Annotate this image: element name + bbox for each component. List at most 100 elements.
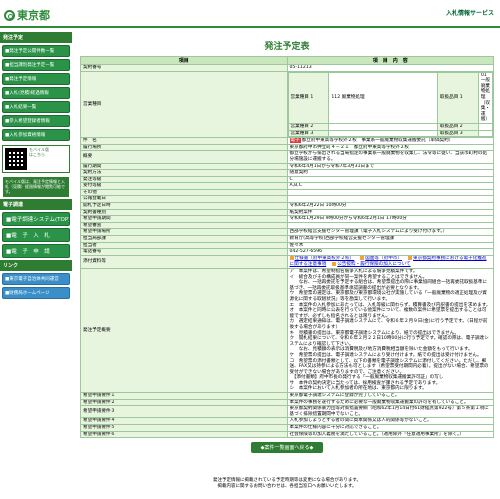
biz-item-value <box>328 129 438 137</box>
row-label: 概要 <box>80 150 288 164</box>
attachment-link[interactable]: 公告抜粋・履行保険の加入について <box>332 261 411 267</box>
sidebar-item[interactable]: ■担当課別発注予定一覧 <box>2 59 70 71</box>
row-value: ア 本案件は、希望制指名競争入札による競争見積案件です。 イ 総合及びその構成員… <box>286 267 494 394</box>
col-header-content: 項 目 内 容 <box>286 56 494 65</box>
row-value: C <box>286 175 494 184</box>
business-items-table: 営業種目 1 112 廃棄物処理 取扱品目 1 01 一般廃棄物処理（収集・運搬） 営業… <box>287 72 493 137</box>
table-row: 件 名電子 都立府中東高等学校外２校 事業系一般廃棄物収集運搬委託（単価契約） <box>80 137 494 145</box>
row-label: 契約書種別 <box>80 208 288 217</box>
contract-number: 05-11213 <box>289 65 312 70</box>
row-value: 社会保険等の加入義務を満たしていること。（適用除外「任意適用事業所」を除く。） <box>286 430 494 439</box>
document-icon <box>289 256 294 260</box>
row-value: 紙契約案件 <box>286 208 494 217</box>
tokyo-emblem-icon <box>4 9 15 21</box>
row-label: 電話番号 <box>80 248 288 256</box>
requirement-text: 東京都契約関係暴力団等対策措置要綱（昭和62年1月14日付61財経庶第922号）… <box>289 406 489 417</box>
row-value: 西部学校経営支援センター管理課（電子入札システムにより受け付けます。） <box>286 228 494 237</box>
row-value: 営業種目 1 112 廃棄物処理 取扱品目 1 01 一般廃棄物処理（収集・運搬） 営業… <box>286 70 494 139</box>
row-value: A,B,C <box>286 182 494 190</box>
row-label: 発注等級 <box>80 175 288 184</box>
row-label: 履行場所 <box>80 143 288 152</box>
row-value: 東京都電子調達システムに登録が完了していること。 <box>286 392 494 400</box>
attachment-link[interactable]: 図面等（府中市） <box>360 256 402 261</box>
sidebar-item-large[interactable]: ■電 子 入 札 <box>2 227 70 242</box>
sidebar-section-title: 電子調達 <box>0 198 72 210</box>
row-label: 件 名 <box>80 137 288 145</box>
sidebar-item[interactable]: ■参入希望登録者情報 <box>2 115 70 127</box>
document-icon <box>360 256 365 260</box>
row-label: 希望申請要件２ <box>80 398 288 407</box>
header-divider <box>0 26 500 28</box>
requirement-text: 本案件の仕様内容に十分に対応できること。 <box>289 425 382 431</box>
biz-item-value <box>477 129 493 137</box>
biz-item-value <box>477 122 493 131</box>
biz-item-value: 112 廃棄物処理 <box>328 72 438 124</box>
footer-line: 掲載内容に関するお問い合わせは、各担当窓口へお願いいたします。 <box>217 484 357 489</box>
row-text: 教育庁(高等学校)西部学校経営支援センター管理課 <box>289 236 395 242</box>
requirement-text: 東京都電子調達システムに登録が完了していること。 <box>289 393 400 399</box>
table-row: 希望審査 <box>80 221 494 230</box>
row-value: 随意契約 <box>286 169 494 177</box>
sidebar-link[interactable]: ■財務局ホームページ <box>2 286 70 299</box>
row-label: 契約方法 <box>80 169 288 177</box>
table-row: 契約番号 05-11213 <box>80 64 494 72</box>
table-row: 電話番号 042-527-6596 <box>80 248 494 256</box>
table-row: 概要 都立学校から排出される当局指定の事業系一般廃棄物を収集し、法令等に従い、当該… <box>80 150 494 164</box>
sidebar-link[interactable]: ■東京電子自治体共同運営 <box>2 272 70 285</box>
mobile-box[interactable]: モバイル版 はこちら <box>2 145 70 173</box>
attachment-link[interactable]: 仕様書（府中東高校外２校） <box>289 256 354 261</box>
row-label: 開札予定日時 <box>80 202 288 210</box>
row-label: 希望申請期間 <box>80 215 288 223</box>
table-row: 希望申請要件５ 本案件の仕様内容に十分に対応できること。 <box>80 424 494 432</box>
sidebar: 発注予定 ■発注予定公開件数一覧 ■担当課別発注予定一覧 ■発注予定情報 ■入札(見積… <box>0 30 72 499</box>
sidebar-item[interactable]: ■発注予定情報 <box>2 73 70 85</box>
mobile-description: モバイル版は、発注予定情報と入札（見積）経過情報が閲覧可能です。 <box>3 177 69 197</box>
logo-text: 東京都 <box>17 9 50 22</box>
row-value <box>286 195 494 204</box>
sidebar-item[interactable]: ■入札(見積)経過情報 <box>2 87 70 99</box>
qr-code-icon <box>5 148 27 170</box>
row-label: 発注予定概要 <box>80 267 288 394</box>
requirement-text: 社会保険等の加入義務を満たしていること。（適用除外「任意適用事業所」を除く。） <box>289 431 464 437</box>
table-row: 営業種目 営業種目 1 112 廃棄物処理 取扱品目 1 01 一般廃棄物処理（収集・運… <box>80 70 494 139</box>
row-label: 希望申請要件５ <box>80 424 288 432</box>
sidebar-item-large[interactable]: ■電 子 申 請 <box>2 243 70 258</box>
row-label: 添付資料等 <box>80 254 288 270</box>
table-row: 希望申請要件３ 東京都契約関係暴力団等対策措置要綱（昭和62年1月14日付61財経… <box>80 405 494 419</box>
biz-item-value <box>328 122 438 131</box>
row-text: 令和6年2月22日 10時00分 <box>289 203 347 209</box>
row-text: 042-527-6596 <box>289 249 323 255</box>
page-title: 発注予定表 <box>264 42 310 52</box>
row-label: 契約番号 <box>80 64 288 72</box>
table-row: 発注予定概要ア 本案件は、希望制指名競争入札による競争見積案件です。 イ 総合及… <box>80 267 494 394</box>
table-row: 履行場所 東京都府中市押立町４－２１ 都立府中東高等学校外２校 <box>80 143 494 152</box>
attachment-links: 仕様書（府中東高校外２校） 図面等（府中市） 東京都契約事務における電子化推進に関す… <box>289 256 492 267</box>
tokyo-logo[interactable]: 東京都 <box>4 7 50 23</box>
row-text: C <box>289 176 293 182</box>
row-value <box>286 188 494 197</box>
biz-item-value: 01 一般廃棄物処理（収集・運搬） <box>477 72 493 124</box>
table-row: 開札予定日時 令和6年2月22日 10時00分 <box>80 202 494 210</box>
row-label: 希望申請要件３ <box>80 405 288 419</box>
row-value: 東京都府中市押立町４－２１ 都立府中東高等学校外２校 <box>286 143 494 152</box>
site-name: 入札情報サービス <box>445 10 494 17</box>
sidebar-item[interactable]: ■発注予定公開件数一覧 <box>2 45 70 57</box>
table-row: 受付等級 A,B,C <box>80 182 494 190</box>
sidebar-item[interactable]: ■入札結果一覧 <box>2 101 70 113</box>
row-label: 営業種目 <box>80 70 288 139</box>
row-label: 希望申請要件６ <box>80 430 288 439</box>
back-to-list-button[interactable]: ◆案件一覧画面へ戻る◆ <box>250 442 324 454</box>
row-label: その他 <box>80 188 288 197</box>
requirement-text: 本案件の事務を遂行するために必要な一般廃棄物収集運搬業の許可を有していること。 <box>289 399 469 405</box>
row-value: 05-11213 <box>286 64 494 72</box>
sidebar-item-large[interactable]: ■電子調達システム(TOP) <box>2 211 70 226</box>
row-value: 令和6年1月29日 9時00分から令和6年2月1日 17時00分 <box>286 215 494 223</box>
row-value: 電子 都立府中東高等学校外２校 事業系一般廃棄物収集運搬委託（単価契約） <box>286 137 494 145</box>
table-row: 担当局部課 教育庁(高等学校)西部学校経営支援センター管理課 <box>80 235 494 243</box>
sidebar-item[interactable]: ■入札参加資格情報 <box>2 129 70 141</box>
electronic-tag: 電子 <box>289 138 301 144</box>
row-text: 西部学校経営支援センター管理課（電子入札システムにより受け付けます。） <box>289 229 448 235</box>
row-value: 令和6年2月22日 10時00分 <box>286 202 494 210</box>
row-text: 都立府中東高等学校外２校 事業系一般廃棄物収集運搬委託（単価契約） <box>301 138 454 144</box>
row-value: 佐々木 <box>286 241 494 250</box>
